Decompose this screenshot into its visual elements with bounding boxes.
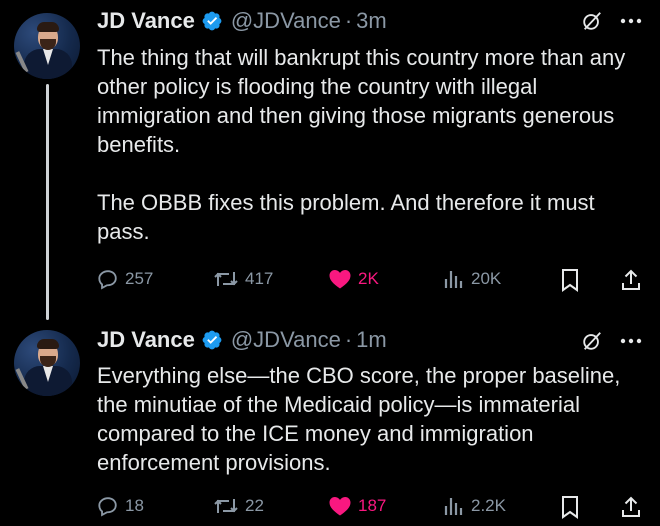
action-bar: 257 417 2K 20K — [0, 264, 660, 294]
author-handle[interactable]: @JDVance — [231, 327, 341, 353]
author-name[interactable]: JD Vance — [97, 8, 195, 34]
tweet-header: JD Vance @JDVance · 3m — [97, 6, 387, 36]
repost-icon — [214, 499, 238, 513]
reply-icon — [98, 270, 117, 290]
like-button[interactable]: 2K — [328, 264, 379, 294]
share-icon[interactable] — [620, 495, 642, 519]
avatar[interactable] — [14, 330, 80, 396]
reply-count: 257 — [125, 269, 154, 288]
repost-button[interactable]: 417 — [213, 264, 273, 294]
views-icon — [444, 498, 463, 515]
author-handle[interactable]: @JDVance — [231, 8, 341, 34]
separator-dot: · — [344, 327, 353, 352]
repost-count: 22 — [245, 496, 264, 515]
views-icon — [444, 271, 463, 288]
verified-badge-icon — [202, 330, 222, 350]
repost-count: 417 — [245, 269, 274, 288]
share-icon[interactable] — [620, 268, 642, 292]
timestamp[interactable]: 1m — [356, 327, 387, 353]
views-button[interactable]: 2.2K — [443, 491, 506, 521]
more-icon[interactable] — [618, 330, 644, 352]
like-count: 187 — [358, 496, 387, 515]
author-name[interactable]: JD Vance — [97, 327, 195, 353]
like-count: 2K — [358, 269, 379, 288]
tweet-header: JD Vance @JDVance · 1m — [97, 325, 387, 355]
timestamp[interactable]: 3m — [356, 8, 387, 34]
more-icon[interactable] — [618, 10, 644, 32]
views-button[interactable]: 20K — [443, 264, 501, 294]
tweet-paragraph: The OBBB fixes this problem. And therefo… — [97, 190, 595, 244]
verified-badge-icon — [202, 11, 222, 31]
bookmark-icon[interactable] — [560, 495, 580, 519]
action-bar: 18 22 187 2.2K — [0, 491, 660, 521]
grok-icon[interactable] — [581, 10, 603, 32]
tweet-text: The thing that will bankrupt this countr… — [97, 43, 647, 246]
grok-icon[interactable] — [581, 330, 603, 352]
separator-dot: · — [344, 8, 353, 33]
tweet-text: Everything else—the CBO score, the prope… — [97, 361, 647, 477]
bookmark-icon[interactable] — [560, 268, 580, 292]
reply-count: 18 — [125, 496, 144, 515]
repost-button[interactable]: 22 — [213, 491, 264, 521]
reply-button[interactable]: 257 — [97, 264, 153, 294]
repost-icon — [214, 272, 238, 286]
like-icon — [329, 497, 351, 516]
like-icon — [329, 270, 351, 289]
tweet-paragraph: Everything else—the CBO score, the prope… — [97, 363, 621, 475]
reply-icon — [98, 497, 117, 517]
tweet-paragraph: The thing that will bankrupt this countr… — [97, 45, 626, 157]
reply-button[interactable]: 18 — [97, 491, 144, 521]
like-button[interactable]: 187 — [328, 491, 386, 521]
avatar[interactable] — [14, 13, 80, 79]
views-count: 2.2K — [471, 496, 506, 515]
views-count: 20K — [471, 269, 502, 288]
